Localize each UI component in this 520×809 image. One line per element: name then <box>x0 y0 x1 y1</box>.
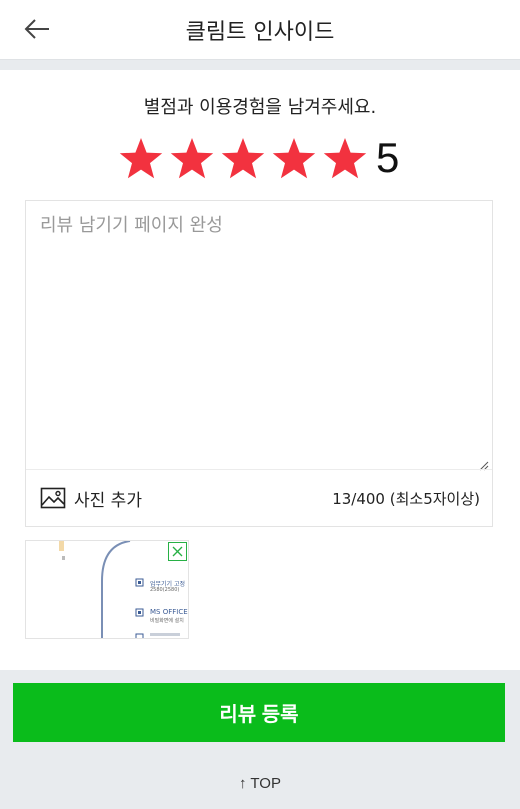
app-header: 클림트 인사이드 <box>0 0 520 60</box>
resize-handle[interactable] <box>479 456 489 471</box>
review-box-footer: 사진 추가 13/400 (최소5자이상) <box>26 469 492 526</box>
star-icon[interactable] <box>322 136 368 182</box>
thumbnail-line: 비밀화면에 설치 <box>150 618 184 624</box>
add-photo-button[interactable]: 사진 추가 <box>40 484 142 512</box>
add-photo-label: 사진 추가 <box>74 490 142 511</box>
rating-score: 5 <box>376 134 400 181</box>
scroll-to-top-link[interactable]: ↑ TOP <box>0 775 520 792</box>
photo-thumbnail[interactable]: 업무기기 고정 2580(2580) MS OFFICE 비밀화면에 설치 <box>25 540 189 639</box>
review-textarea[interactable] <box>26 201 492 469</box>
rating-prompt: 별점과 이용경험을 남겨주세요. <box>143 97 377 118</box>
section-divider <box>0 60 520 70</box>
submit-review-button[interactable]: 리뷰 등록 <box>13 683 505 742</box>
star-icon[interactable] <box>271 136 317 182</box>
close-icon <box>172 546 183 557</box>
review-box: 사진 추가 13/400 (최소5자이상) <box>25 200 493 527</box>
review-form: 별점과 이용경험을 남겨주세요. 5 사진 추가 13/400 <box>0 70 520 670</box>
thumbnail-line: 2580(2580) <box>150 587 180 593</box>
page-title: 클림트 인사이드 <box>185 20 335 45</box>
star-icon[interactable] <box>118 136 164 182</box>
image-icon <box>40 487 66 509</box>
star-icon[interactable] <box>169 136 215 182</box>
star-rating <box>118 136 373 182</box>
char-counter: 13/400 (최소5자이상) <box>332 490 480 508</box>
thumbnail-line: MS OFFICE <box>150 608 188 616</box>
star-icon[interactable] <box>220 136 266 182</box>
remove-photo-button[interactable] <box>168 542 187 561</box>
